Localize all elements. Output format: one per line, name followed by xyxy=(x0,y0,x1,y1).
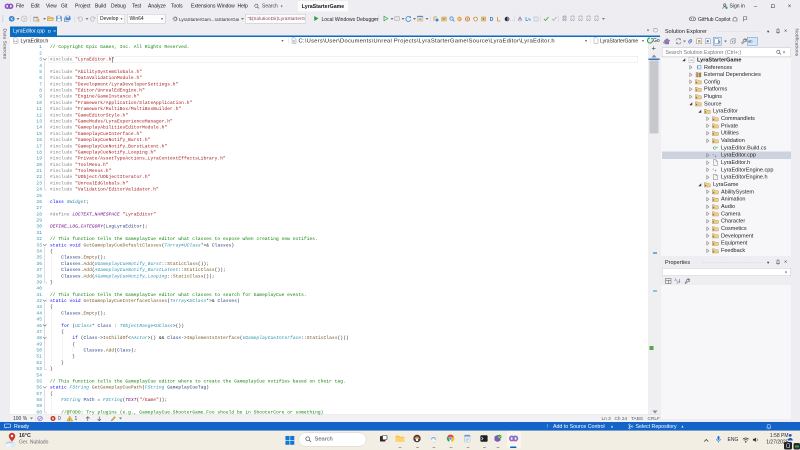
svg-text:Z: Z xyxy=(677,281,679,285)
svg-text:∞: ∞ xyxy=(690,57,693,62)
svg-text:+: + xyxy=(697,66,699,70)
svg-text:+: + xyxy=(714,154,716,158)
svg-text:+: + xyxy=(714,169,716,173)
svg-text:#: # xyxy=(716,146,718,150)
svg-text:!: ! xyxy=(69,417,70,422)
